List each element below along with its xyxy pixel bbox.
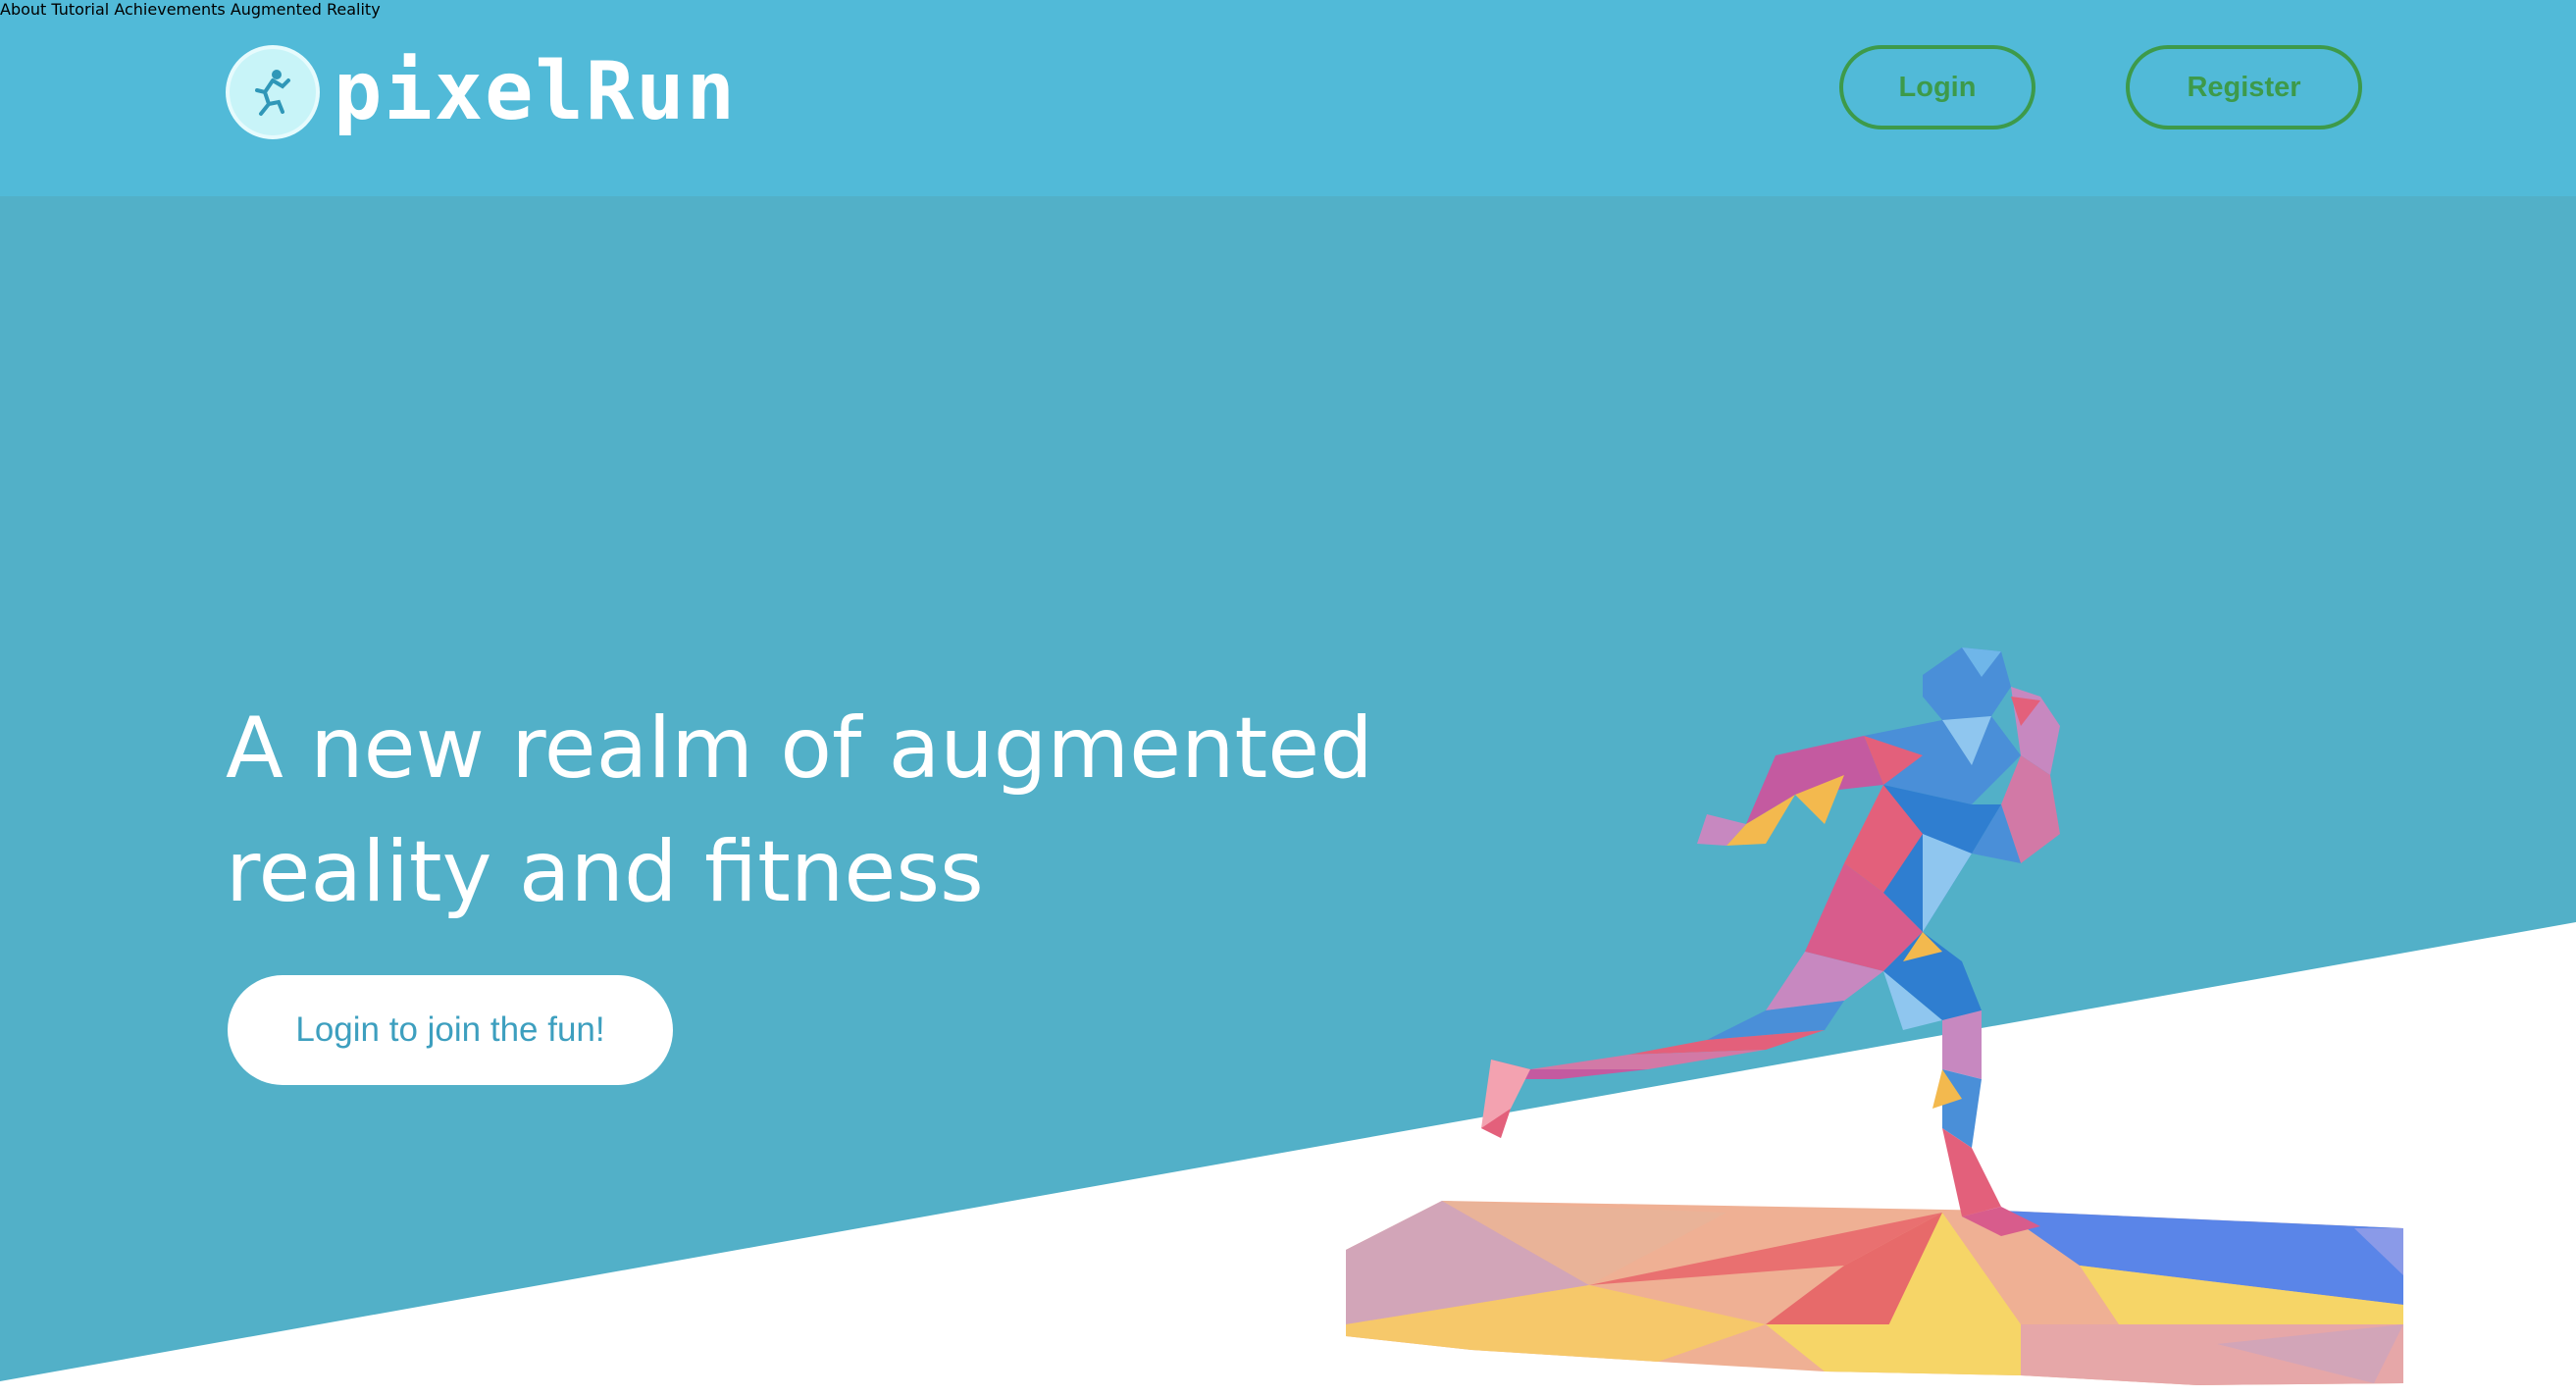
register-button[interactable]: Register (2126, 45, 2362, 129)
nav-augmented-reality[interactable]: Augmented Reality (231, 0, 381, 19)
login-cta-button[interactable]: Login to join the fun! (228, 975, 673, 1085)
logo-link[interactable]: pixelRun (226, 43, 737, 141)
nav-achievements[interactable]: Achievements (114, 0, 225, 19)
hero-title-line2: reality and fitness (226, 823, 984, 921)
hero-title: A new realm of augmented reality and fit… (226, 687, 1403, 934)
runner-logo-icon (226, 45, 320, 139)
hero-title-line1: A new realm of augmented (226, 699, 1373, 798)
main-nav: About Tutorial Achievements Augmented Re… (0, 0, 2576, 19)
login-button[interactable]: Login (1839, 45, 2035, 129)
landing-page: pixelRun About Tutorial Achievements Aug… (0, 0, 2576, 1397)
nav-about[interactable]: About (0, 0, 46, 19)
nav-tutorial[interactable]: Tutorial (51, 0, 109, 19)
logo-text: pixelRun (334, 45, 737, 138)
top-navigation-bar: pixelRun About Tutorial Achievements Aug… (0, 0, 2576, 196)
geometric-runner-illustration (1346, 647, 2403, 1385)
